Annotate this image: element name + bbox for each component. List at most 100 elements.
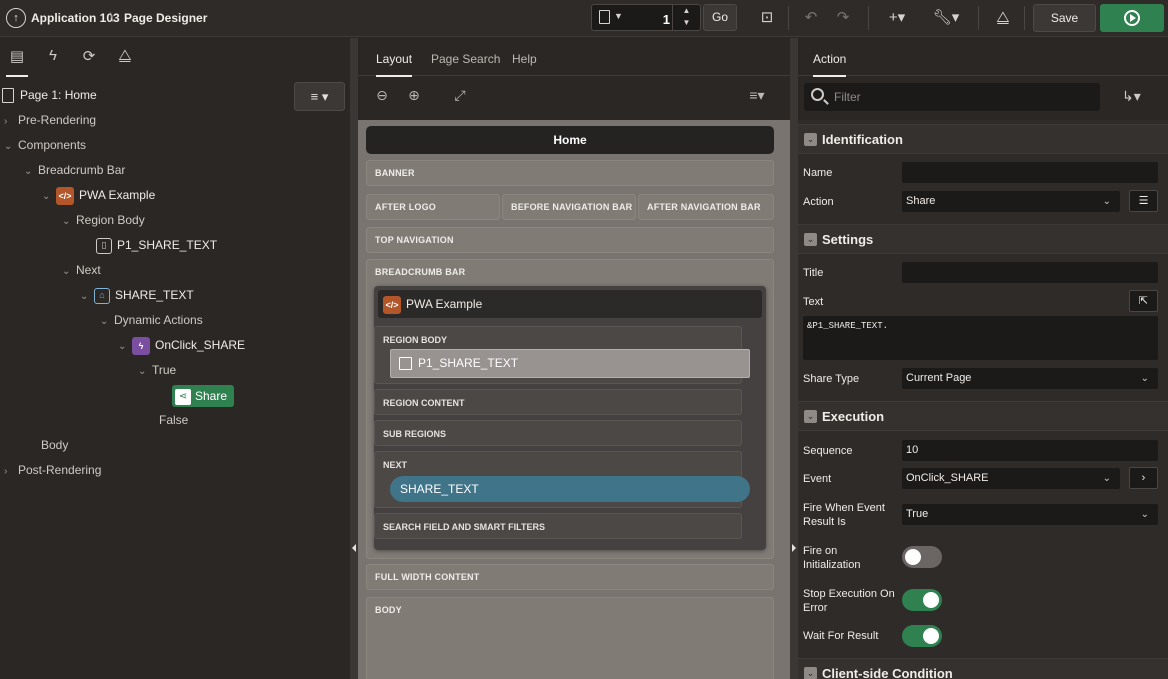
- slot-top-navigation[interactable]: TOP NAVIGATION: [366, 227, 774, 253]
- slot-after-nav[interactable]: AFTER NAVIGATION BAR: [638, 194, 774, 220]
- zoom-in-icon[interactable]: ⊕: [405, 87, 423, 105]
- collapse-icon[interactable]: ⌄: [804, 667, 817, 679]
- navigate-up-icon[interactable]: ↑: [6, 8, 26, 28]
- tree-node-body[interactable]: Body: [41, 435, 68, 455]
- layout-menu-icon[interactable]: ≡▾: [743, 87, 771, 105]
- chevron-down-icon[interactable]: ⌄: [42, 187, 56, 207]
- chevron-down-icon[interactable]: ▼: [614, 11, 623, 21]
- page-number-spinner[interactable]: ▲ ▼: [672, 5, 700, 30]
- slot-banner[interactable]: BANNER: [366, 160, 774, 186]
- text-textarea[interactable]: &P1_SHARE_TEXT.: [803, 316, 1158, 360]
- section-client-condition[interactable]: ⌄ Client-side Condition: [798, 658, 1168, 679]
- tab-layout[interactable]: Layout: [376, 52, 413, 77]
- section-identification[interactable]: ⌄ Identification: [798, 124, 1168, 154]
- list-options-icon[interactable]: ☰: [1129, 190, 1158, 212]
- tree-node-share-text-button[interactable]: ⌄ ⌂ SHARE_TEXT: [80, 285, 194, 305]
- chevron-down-icon[interactable]: ⌄: [62, 212, 76, 232]
- tree-node-components[interactable]: ⌄ Components: [4, 135, 86, 155]
- fire-when-select[interactable]: True ⌄: [902, 504, 1158, 525]
- tree-node-pre-rendering[interactable]: › Pre-Rendering: [4, 110, 96, 130]
- stop-exec-toggle[interactable]: [902, 589, 942, 611]
- collapse-left-icon[interactable]: [352, 544, 356, 552]
- run-page-button[interactable]: [1100, 4, 1164, 32]
- save-button[interactable]: Save: [1033, 4, 1096, 32]
- slot-sub-regions[interactable]: SUB REGIONS: [374, 420, 742, 446]
- share-type-select[interactable]: Current Page ⌄: [902, 368, 1158, 389]
- name-field[interactable]: [902, 162, 1158, 183]
- tab-help[interactable]: Help: [512, 52, 537, 66]
- title-field[interactable]: [902, 262, 1158, 283]
- action-select[interactable]: Share ⌄: [902, 191, 1120, 212]
- tab-action[interactable]: Action: [813, 52, 847, 77]
- lock-icon[interactable]: ⊡: [756, 8, 778, 28]
- rendering-tab-icon[interactable]: ▤: [6, 47, 28, 77]
- slot-before-nav[interactable]: BEFORE NAVIGATION BAR: [502, 194, 636, 220]
- shared-components-icon[interactable]: ⧋: [992, 8, 1014, 28]
- region-header[interactable]: </> PWA Example: [378, 290, 762, 318]
- tree-node-true[interactable]: ⌄ True: [138, 360, 176, 380]
- tree-node-next[interactable]: ⌄ Next: [62, 260, 101, 280]
- section-execution[interactable]: ⌄ Execution: [798, 401, 1168, 431]
- chevron-down-icon[interactable]: ⌄: [100, 312, 114, 332]
- left-splitter[interactable]: [350, 38, 358, 679]
- slot-body[interactable]: BODY: [366, 597, 774, 679]
- tree-node-post-rendering[interactable]: › Post-Rendering: [4, 460, 101, 480]
- section-settings[interactable]: ⌄ Settings: [798, 224, 1168, 254]
- chevron-down-icon[interactable]: ⌄: [118, 337, 132, 357]
- tree-menu-button[interactable]: ≡ ▾: [294, 82, 345, 111]
- collapse-icon[interactable]: ⌄: [804, 133, 817, 146]
- chevron-down-icon[interactable]: ⌄: [24, 162, 38, 182]
- slot-full-width-content[interactable]: FULL WIDTH CONTENT: [366, 564, 774, 590]
- tree-node-dynamic-actions[interactable]: ⌄ Dynamic Actions: [100, 310, 203, 330]
- tree-node-onclick-share[interactable]: ⌄ ϟ OnClick_SHARE: [118, 335, 245, 355]
- filter-input[interactable]: [834, 88, 1084, 106]
- chevron-down-icon[interactable]: ⌄: [62, 262, 76, 282]
- stop-exec-line2: Error: [803, 602, 828, 614]
- create-menu-icon[interactable]: +▾: [882, 8, 912, 28]
- processing-tab-icon[interactable]: ⟳: [78, 47, 100, 67]
- section-title: Settings: [822, 232, 874, 247]
- slot-search-field[interactable]: SEARCH FIELD AND SMART FILTERS: [374, 513, 742, 539]
- fire-on-init-toggle[interactable]: [902, 546, 942, 568]
- button-share-text[interactable]: SHARE_TEXT: [390, 476, 750, 502]
- collapse-icon[interactable]: ⌄: [804, 410, 817, 423]
- chevron-down-icon[interactable]: ⌄: [138, 362, 152, 382]
- chevron-down-icon[interactable]: ⌄: [80, 287, 94, 307]
- go-to-group-icon[interactable]: ↳▾: [1122, 88, 1154, 106]
- page-item-p1-share-text[interactable]: P1_SHARE_TEXT: [390, 349, 750, 378]
- breadcrumb-application[interactable]: Application 103: [31, 11, 120, 25]
- tree-node-share-action[interactable]: ⋖ Share: [172, 385, 235, 407]
- wait-for-result-toggle[interactable]: [902, 625, 942, 647]
- tree-node-pwa-example[interactable]: ⌄ </> PWA Example: [42, 185, 155, 205]
- chevron-down-icon[interactable]: ⌄: [4, 137, 18, 157]
- tab-page-search[interactable]: Page Search: [431, 52, 500, 66]
- slot-region-content[interactable]: REGION CONTENT: [374, 389, 742, 415]
- tree-node-false[interactable]: False: [159, 410, 188, 430]
- utilities-wrench-icon[interactable]: 🔧︎▾: [930, 8, 962, 28]
- redo-icon[interactable]: ↷: [832, 8, 854, 28]
- tree-node-p1-share-text[interactable]: ▯ P1_SHARE_TEXT: [96, 235, 217, 255]
- tree-root-page[interactable]: Page 1: Home: [0, 84, 97, 106]
- go-to-event-icon[interactable]: ›: [1129, 467, 1158, 489]
- page-number-input[interactable]: 1: [654, 12, 670, 27]
- tree-node-region-body[interactable]: ⌄ Region Body: [62, 210, 145, 230]
- open-editor-icon[interactable]: ⇱: [1129, 290, 1158, 312]
- zoom-out-icon[interactable]: ⊖: [373, 87, 391, 105]
- go-button[interactable]: Go: [703, 4, 737, 31]
- collapse-icon[interactable]: ⌄: [804, 233, 817, 246]
- tree-node-breadcrumb-bar[interactable]: ⌄ Breadcrumb Bar: [24, 160, 125, 180]
- sequence-field[interactable]: 10: [902, 440, 1158, 461]
- page-selector[interactable]: ▼ 1 ▲ ▼: [591, 4, 701, 31]
- collapse-right-icon[interactable]: [792, 544, 796, 552]
- slot-after-logo[interactable]: AFTER LOGO: [366, 194, 500, 220]
- undo-icon[interactable]: ↶: [800, 8, 822, 28]
- share-type-label: Share Type: [803, 373, 860, 385]
- chevron-right-icon[interactable]: ›: [4, 462, 18, 482]
- shared-components-tab-icon[interactable]: ⧋: [114, 47, 136, 67]
- expand-icon[interactable]: ⤢: [451, 87, 469, 105]
- dynamic-actions-tab-icon[interactable]: ϟ: [42, 47, 64, 67]
- page-title-bar[interactable]: Home: [366, 126, 774, 154]
- right-splitter[interactable]: [790, 38, 798, 679]
- event-select[interactable]: OnClick_SHARE ⌄: [902, 468, 1120, 489]
- chevron-right-icon[interactable]: ›: [4, 112, 18, 132]
